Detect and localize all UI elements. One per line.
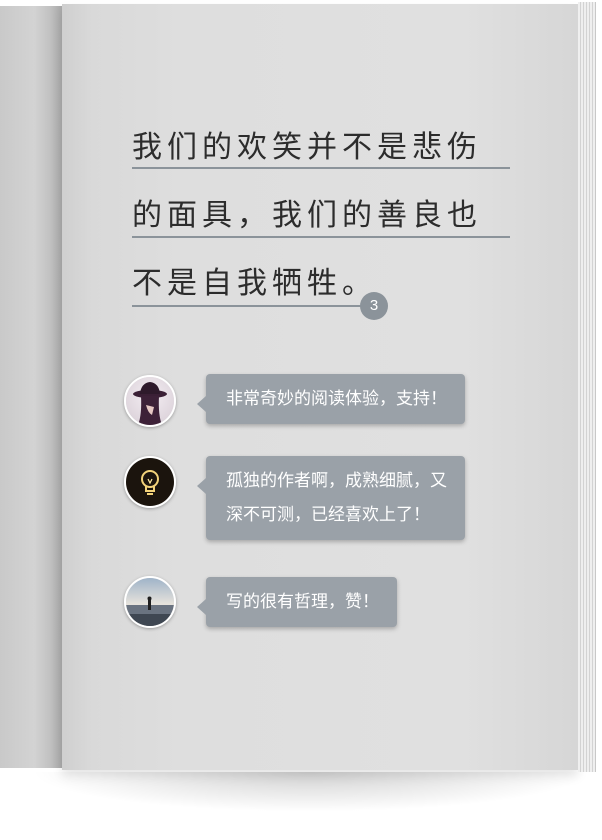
quote-line-2: 的面具，我们的善良也 bbox=[132, 198, 482, 233]
quote-rule-3 bbox=[132, 305, 364, 307]
quote-rule-1 bbox=[132, 167, 510, 169]
comment-bubble-3: 写的很有哲理，赞！ bbox=[197, 577, 397, 627]
quote-line-3: 不是自我牺牲。 bbox=[132, 266, 377, 301]
beach-person-avatar[interactable] bbox=[124, 576, 176, 628]
book-shadow bbox=[30, 772, 590, 812]
open-book: 我们的欢笑并不是悲伤 的面具，我们的善良也 不是自我牺牲。 3 非常奇妙的阅读体… bbox=[0, 0, 602, 840]
lightbulb-avatar[interactable] bbox=[124, 456, 176, 508]
page-number-badge: 3 bbox=[360, 292, 388, 320]
comment-text: 深不可测，已经喜欢上了！ bbox=[226, 505, 430, 524]
left-page bbox=[0, 6, 62, 768]
quote-rule-2 bbox=[132, 236, 510, 238]
page-edges bbox=[578, 2, 596, 772]
quote-line-1: 我们的欢笑并不是悲伤 bbox=[132, 130, 482, 165]
comment-bubble-1: 非常奇妙的阅读体验，支持！ bbox=[197, 374, 465, 424]
comment-bubble-2: 孤独的作者啊，成熟细腻，又 深不可测，已经喜欢上了！ bbox=[197, 456, 465, 540]
comment-text: 非常奇妙的阅读体验，支持！ bbox=[226, 389, 447, 408]
woman-in-hat-avatar[interactable] bbox=[124, 375, 176, 427]
comment-text: 写的很有哲理，赞！ bbox=[226, 592, 379, 611]
comment-text: 孤独的作者啊，成熟细腻，又 bbox=[226, 471, 447, 490]
